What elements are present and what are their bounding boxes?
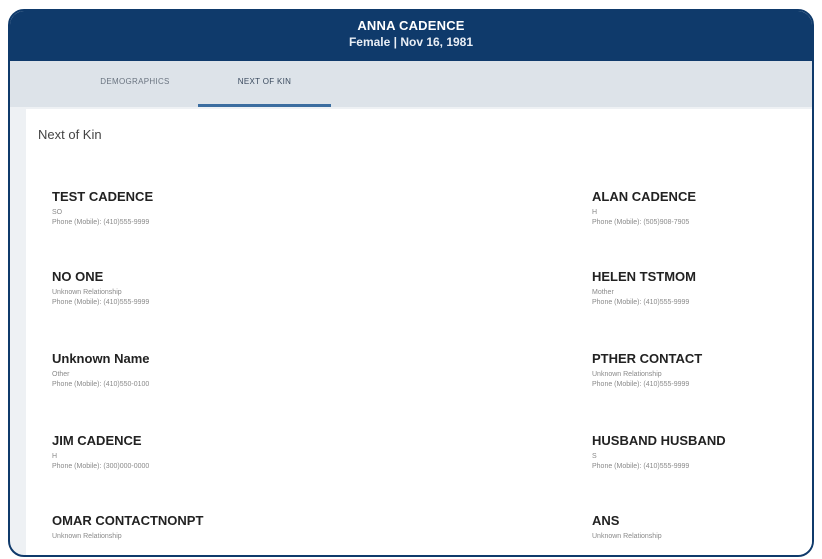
contact-relationship: H <box>52 453 58 460</box>
contact-card[interactable]: ANS Unknown Relationship <box>592 513 792 542</box>
contact-card[interactable]: JIM CADENCE H Phone (Mobile): (300)000-0… <box>52 433 252 472</box>
contact-card[interactable]: OMAR CONTACTNONPT Unknown Relationship <box>52 513 252 542</box>
contact-name: ANS <box>592 513 620 528</box>
contact-card[interactable]: Unknown Name Other Phone (Mobile): (410)… <box>52 351 252 390</box>
contact-phone: Phone (Mobile): (410)555-9999 <box>592 381 690 388</box>
contact-phone: Phone (Mobile): (410)555-9999 <box>592 299 690 306</box>
contact-name: ALAN CADENCE <box>592 189 696 204</box>
contact-name: OMAR CONTACTNONPT <box>52 513 204 528</box>
contact-name: HUSBAND HUSBAND <box>592 433 726 448</box>
contact-phone: Phone (Mobile): (300)000-0000 <box>52 463 150 470</box>
contact-card[interactable]: HELEN TSTMOM Mother Phone (Mobile): (410… <box>592 269 792 308</box>
contact-card[interactable]: NO ONE Unknown Relationship Phone (Mobil… <box>52 269 252 308</box>
contact-name: TEST CADENCE <box>52 189 154 204</box>
contact-name: PTHER CONTACT <box>592 351 703 366</box>
contact-name: JIM CADENCE <box>52 433 142 448</box>
patient-header: ANNA CADENCE Female | Nov 16, 1981 <box>10 11 812 61</box>
contact-phone: Phone (Mobile): (410)555-9999 <box>592 463 690 470</box>
contact-card[interactable]: PTHER CONTACT Unknown Relationship Phone… <box>592 351 792 390</box>
contact-relationship: SO <box>52 209 63 216</box>
contact-relationship: Unknown Relationship <box>592 533 662 540</box>
contact-relationship: S <box>592 453 597 460</box>
contact-name: Unknown Name <box>52 351 150 366</box>
app-frame: ANNA CADENCE Female | Nov 16, 1981 DEMOG… <box>8 9 814 557</box>
contact-card[interactable]: TEST CADENCE SO Phone (Mobile): (410)555… <box>52 189 252 228</box>
next-of-kin-card: Next of Kin TEST CADENCE SO Phone (Mobil… <box>26 109 812 555</box>
contact-relationship: Unknown Relationship <box>52 289 122 296</box>
contact-relationship: Mother <box>592 289 614 296</box>
contact-relationship: Unknown Relationship <box>592 371 662 378</box>
contact-name: NO ONE <box>52 269 104 284</box>
tab-bar: DEMOGRAPHICS NEXT OF KIN <box>10 61 812 107</box>
contact-relationship: H <box>592 209 598 216</box>
tab-next-of-kin[interactable]: NEXT OF KIN <box>198 61 331 107</box>
contact-relationship: Unknown Relationship <box>52 533 122 540</box>
patient-details: Female | Nov 16, 1981 <box>348 35 474 49</box>
contact-phone: Phone (Mobile): (505)908-7905 <box>592 219 690 226</box>
contact-name: HELEN TSTMOM <box>592 269 696 284</box>
contact-card[interactable]: HUSBAND HUSBAND S Phone (Mobile): (410)5… <box>592 433 792 472</box>
tab-demographics[interactable]: DEMOGRAPHICS <box>70 61 200 107</box>
contact-phone: Phone (Mobile): (410)555-9999 <box>52 299 150 306</box>
contact-card[interactable]: ALAN CADENCE H Phone (Mobile): (505)908-… <box>592 189 792 228</box>
contact-phone: Phone (Mobile): (410)555-9999 <box>52 219 150 226</box>
section-title: Next of Kin <box>38 127 102 142</box>
contact-phone: Phone (Mobile): (410)550-0100 <box>52 381 150 388</box>
patient-name: ANNA CADENCE <box>357 18 465 33</box>
contact-relationship: Other <box>52 371 70 378</box>
